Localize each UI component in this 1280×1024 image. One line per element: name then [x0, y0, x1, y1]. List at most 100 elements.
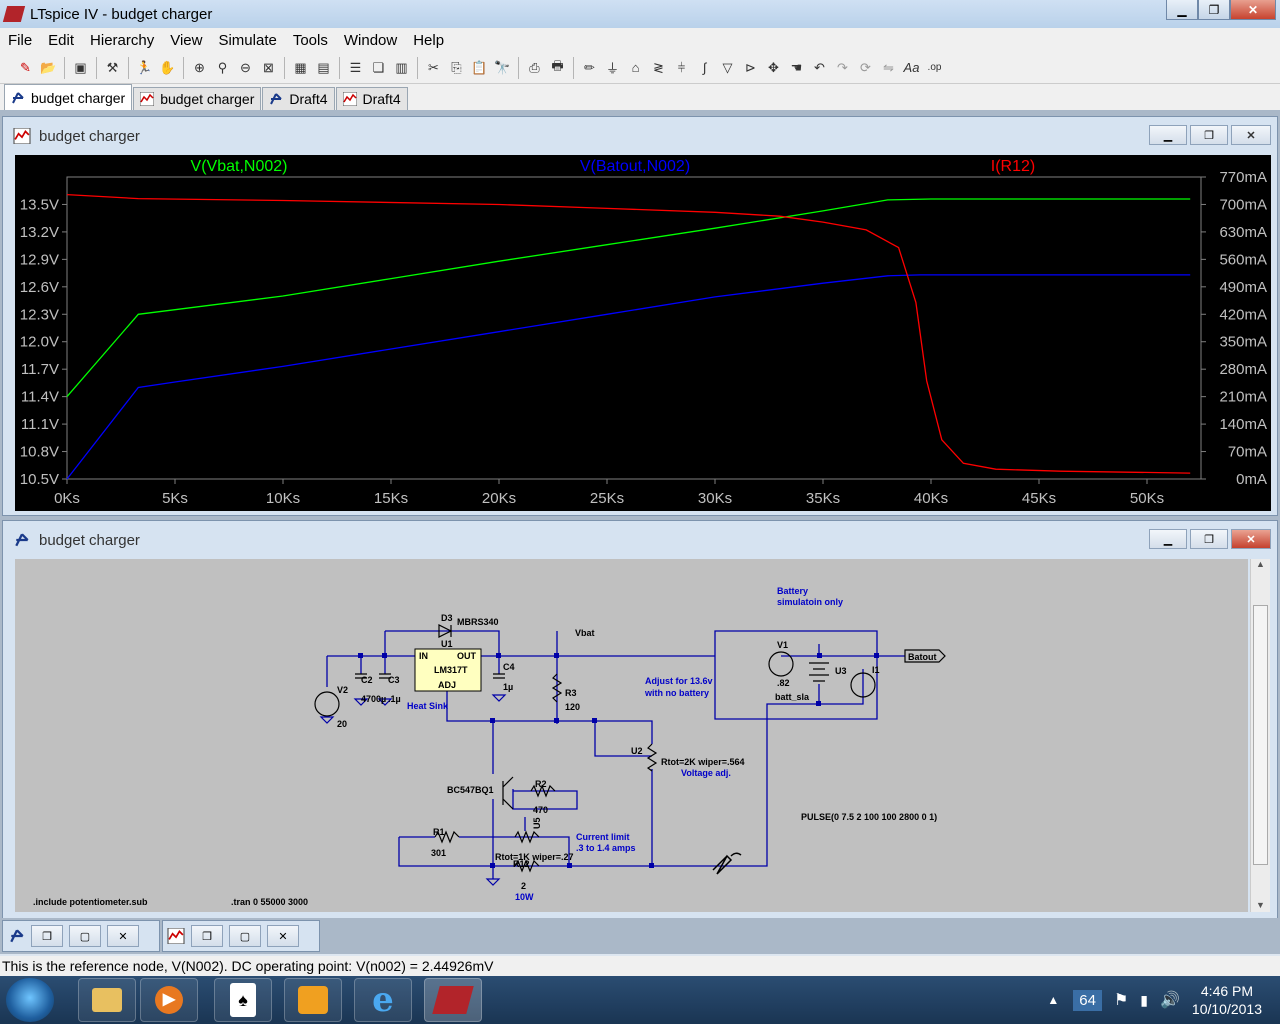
close-button[interactable]: ✕ [1230, 0, 1276, 20]
label-adjust-note-2: with no battery [644, 688, 709, 698]
open-icon[interactable]: 📂 [40, 59, 58, 77]
network-icon[interactable]: ▮ [1140, 992, 1148, 1009]
zoom-pan-icon[interactable]: ⚲ [214, 59, 232, 77]
save-icon[interactable]: ▣ [72, 59, 90, 77]
explorer-icon[interactable] [78, 978, 136, 1022]
autorange-icon[interactable]: ▦ [292, 59, 310, 77]
minimized-restore-button[interactable]: ❐ [191, 925, 223, 947]
show-hidden-icons-icon[interactable]: ▲ [1047, 993, 1059, 1007]
copy-icon[interactable]: ⎘ [448, 59, 466, 77]
tab-budget-charger-schematic[interactable]: budget charger [4, 84, 133, 110]
menu-simulate[interactable]: Simulate [210, 32, 284, 49]
outlook-icon[interactable] [284, 978, 342, 1022]
label-net-icon[interactable]: ⌂ [627, 59, 645, 77]
rotate-icon[interactable]: ⟳ [857, 59, 875, 77]
tile-horizontal-icon[interactable]: ☰ [347, 59, 365, 77]
find-icon[interactable]: 🔭 [494, 59, 512, 77]
schematic-close-button[interactable]: ✕ [1231, 529, 1271, 549]
minimized-waveform-window[interactable]: ❐ ▢ ✕ [162, 920, 320, 952]
volume-icon[interactable]: 🔊 [1160, 990, 1180, 1010]
schematic-vertical-scrollbar[interactable]: ▲ ▼ [1250, 559, 1270, 912]
minimized-close-button[interactable]: ✕ [267, 925, 299, 947]
solitaire-icon[interactable]: ♠ [214, 978, 272, 1022]
toolbar-separator [64, 56, 65, 79]
schematic-drawing[interactable]: D3 MBRS340 U1 IN OUT LM317T ADJ Vbat C4 … [15, 559, 1248, 912]
start-button[interactable] [6, 978, 54, 1022]
plot-close-button[interactable]: ✕ [1231, 125, 1271, 145]
legend-entry-1[interactable]: V(Batout,N002) [580, 158, 690, 175]
new-schematic-icon[interactable]: ✎ [17, 59, 35, 77]
spice-directive-icon[interactable]: .op [926, 59, 944, 77]
waveform-plot[interactable]: V(Vbat,N002) V(Batout,N002) I(R12) 0Ks 5Ks 1… [15, 155, 1271, 511]
legend-entry-0[interactable]: V(Vbat,N002) [191, 158, 288, 175]
minimized-restore-button[interactable]: ❐ [31, 925, 63, 947]
action-center-flag-icon[interactable]: ⚑ [1114, 990, 1128, 1010]
cascade-icon[interactable]: ❏ [370, 59, 388, 77]
cut-icon[interactable]: ✂ [425, 59, 443, 77]
run-icon[interactable]: 🏃 [136, 59, 154, 77]
u2-potentiometer[interactable] [646, 743, 658, 772]
resistor-icon[interactable]: ≷ [650, 59, 668, 77]
drag-icon[interactable]: ☚ [788, 59, 806, 77]
draw-wire-icon[interactable]: ✏ [581, 59, 599, 77]
waveform-chart[interactable]: V(Vbat,N002) V(Batout,N002) I(R12) 0Ks 5Ks 1… [15, 155, 1271, 511]
legend-entry-2[interactable]: I(R12) [991, 158, 1035, 175]
minimized-close-button[interactable]: ✕ [107, 925, 139, 947]
menu-view[interactable]: View [162, 32, 210, 49]
move-icon[interactable]: ✥ [765, 59, 783, 77]
menu-tools[interactable]: Tools [285, 32, 336, 49]
mirror-icon[interactable]: ⇋ [880, 59, 898, 77]
halt-icon[interactable]: ✋ [159, 59, 177, 77]
u3-battery[interactable] [809, 662, 829, 682]
menu-window[interactable]: Window [336, 32, 405, 49]
schematic-restore-button[interactable]: ❐ [1190, 529, 1228, 549]
internet-explorer-icon[interactable]: e [354, 978, 412, 1022]
zoom-fit-icon[interactable]: ⊠ [260, 59, 278, 77]
tray-number-badge[interactable]: 64 [1073, 989, 1102, 1011]
minimized-maximize-button[interactable]: ▢ [229, 925, 261, 947]
grid-icon[interactable]: ▤ [315, 59, 333, 77]
redo-icon[interactable]: ↷ [834, 59, 852, 77]
ltspice-icon[interactable] [424, 978, 482, 1022]
media-player-icon[interactable]: ▶ [140, 978, 198, 1022]
q1-transistor[interactable] [502, 776, 514, 810]
schematic-canvas[interactable]: D3 MBRS340 U1 IN OUT LM317T ADJ Vbat C4 … [15, 559, 1248, 912]
scroll-thumb[interactable] [1253, 605, 1268, 865]
minimize-button[interactable]: ▁ [1166, 0, 1198, 20]
c4-capacitor[interactable] [493, 673, 505, 679]
ground-icon[interactable]: ⏚ [604, 59, 622, 77]
component-icon[interactable]: ⊳ [742, 59, 760, 77]
schematic-minimize-button[interactable]: ▁ [1149, 529, 1187, 549]
series-line-2[interactable] [66, 193, 1191, 474]
zoom-in-icon[interactable]: ⊕ [191, 59, 209, 77]
minimized-maximize-button[interactable]: ▢ [69, 925, 101, 947]
minimized-schematic-window[interactable]: ❐ ▢ ✕ [2, 920, 160, 952]
scroll-up-icon[interactable]: ▲ [1251, 559, 1270, 569]
maximize-button[interactable]: ❐ [1198, 0, 1230, 20]
menu-file[interactable]: File [0, 32, 40, 49]
plot-restore-button[interactable]: ❐ [1190, 125, 1228, 145]
tab-budget-charger-waveform[interactable]: budget charger [133, 87, 262, 110]
paste-icon[interactable]: 📋 [471, 59, 489, 77]
menu-edit[interactable]: Edit [40, 32, 82, 49]
series-line-1[interactable] [66, 274, 1191, 480]
capacitor-icon[interactable]: ⫩ [673, 59, 691, 77]
text-icon[interactable]: Aa [903, 59, 921, 77]
print-icon[interactable]: 🖶 [549, 58, 567, 77]
menu-hierarchy[interactable]: Hierarchy [82, 32, 162, 49]
inductor-icon[interactable]: ∫ [696, 59, 714, 77]
menu-help[interactable]: Help [405, 32, 452, 49]
tab-draft4-waveform[interactable]: Draft4 [335, 87, 408, 110]
zoom-out-icon[interactable]: ⊖ [237, 59, 255, 77]
tab-draft4-schematic[interactable]: Draft4 [262, 87, 335, 110]
diode-icon[interactable]: ▽ [719, 59, 737, 77]
clock[interactable]: 4:46 PM 10/10/2013 [1184, 982, 1280, 1018]
series-line-0[interactable] [66, 198, 1191, 398]
v2-voltage-source[interactable] [314, 691, 340, 717]
undo-icon[interactable]: ↶ [811, 59, 829, 77]
tile-vertical-icon[interactable]: ▥ [393, 59, 411, 77]
print-preview-icon[interactable]: ⎙ [526, 59, 544, 77]
plot-minimize-button[interactable]: ▁ [1149, 125, 1187, 145]
scroll-down-icon[interactable]: ▼ [1251, 900, 1270, 910]
control-panel-icon[interactable]: ⚒ [104, 59, 122, 77]
